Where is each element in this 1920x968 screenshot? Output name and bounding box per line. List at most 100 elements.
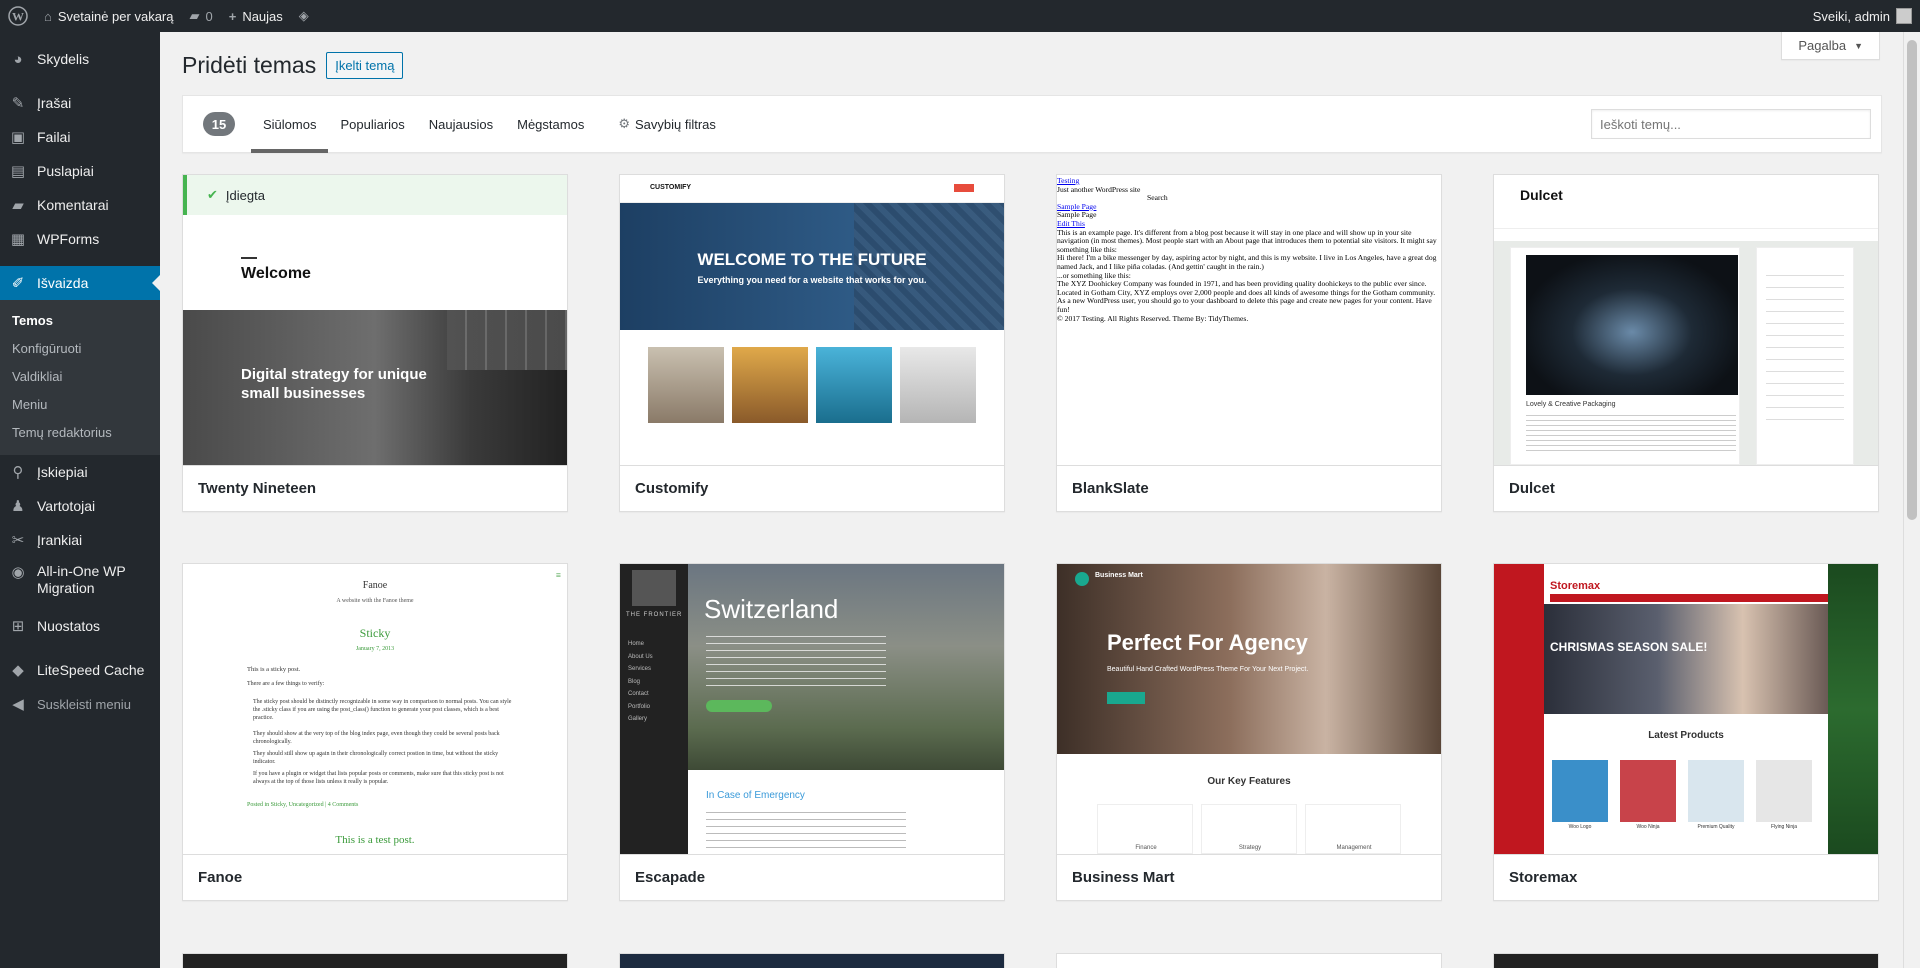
theme-card[interactable]: Storemax CHRISMAS SEASON SALE! Latest Pr… <box>1493 563 1879 901</box>
site-name-link[interactable]: ⌂ Svetainė per vakarą <box>36 0 181 32</box>
collapse-icon: ◀ <box>12 696 24 713</box>
menu-icon: ≡ <box>555 570 561 580</box>
menu-item-appearance[interactable]: ✐ Išvaizda <box>0 266 160 300</box>
my-account-link[interactable]: Sveiki, admin <box>1805 0 1920 32</box>
tab-favorites[interactable]: Mėgstamos <box>505 95 596 153</box>
page-icon: ▤ <box>10 163 26 180</box>
theme-name: Dulcet <box>1494 465 1878 511</box>
feature-filter-button[interactable]: ⚙ Savybių filtras <box>606 95 728 153</box>
menu-item-media[interactable]: ▣ Failai <box>0 120 160 154</box>
tab-featured[interactable]: Siūlomos <box>251 95 329 153</box>
avatar <box>1896 8 1912 24</box>
site-name-label: Svetainė per vakarą <box>57 8 174 24</box>
theme-screenshot: Dulcet Lovely & Creative Packaging <box>1494 175 1878 465</box>
theme-card[interactable]: THE FRONTIER Home About Us Services Blog… <box>619 563 1005 901</box>
plugin-icon: ⚲ <box>12 464 24 481</box>
theme-screenshot: Testing Just another WordPress site Sear… <box>1057 175 1441 465</box>
theme-name: Business Mart <box>1057 854 1441 900</box>
theme-search-input[interactable] <box>1591 109 1871 139</box>
menu-item-tools[interactable]: ✂ Įrankiai <box>0 523 160 557</box>
pin-icon: ✎ <box>11 95 25 112</box>
svg-text:W: W <box>12 10 24 24</box>
theme-name: Fanoe <box>183 854 567 900</box>
upload-theme-button[interactable]: Įkelti temą <box>326 52 404 79</box>
theme-card[interactable]: Fanoe A website with the Fanoe theme Sti… <box>182 563 568 901</box>
greeting-label: Sveiki, admin <box>1812 8 1890 24</box>
theme-name: Twenty Nineteen <box>183 465 567 511</box>
menu-item-migration[interactable]: ◉ All-in-One WP Migration <box>0 557 160 609</box>
theme-card[interactable]: Testing Just another WordPress site Sear… <box>1056 174 1442 512</box>
menu-item-dashboard[interactable]: ◕ Skydelis <box>0 42 160 76</box>
checkmark-icon: ✔ <box>207 187 218 202</box>
theme-screenshot: Business Mart Perfect For Agency Beautif… <box>1057 564 1441 854</box>
admin-sidebar: ◕ Skydelis ✎ Įrašai ▣ Failai ▤ Puslapiai ▰ Ko… <box>0 32 160 968</box>
menu-item-settings[interactable]: ⊞ Nuostatos <box>0 609 160 643</box>
wordpress-logo-icon[interactable]: W <box>0 0 36 32</box>
theme-screenshot: Fanoe A website with the Fanoe theme Sti… <box>183 564 567 854</box>
theme-name: Customify <box>620 465 1004 511</box>
page-heading: Pridėti temas <box>182 52 317 78</box>
theme-screenshot: CUSTOMIFY WELCOME TO THE FUTURE Everythi… <box>620 175 1004 465</box>
menu-item-posts[interactable]: ✎ Įrašai <box>0 86 160 120</box>
menu-item-plugins[interactable]: ⚲ Įskiepiai <box>0 455 160 489</box>
theme-screenshot: THE FRONTIER Home About Us Services Blog… <box>620 564 1004 854</box>
wrench-icon: ✂ <box>11 532 25 549</box>
admin-bar: W ⌂ Svetainė per vakarą ▰ 0 + Naujas ◈ S… <box>0 0 1920 32</box>
theme-card[interactable]: Welcome Digital strategy for unique smal… <box>182 174 568 512</box>
submenu-theme-editor[interactable]: Temų redaktorius <box>0 419 160 447</box>
theme-card[interactable]: Business Mart Perfect For Agency Beautif… <box>1056 563 1442 901</box>
user-icon: ♟ <box>11 498 25 515</box>
menu-item-users[interactable]: ♟ Vartotojai <box>0 489 160 523</box>
collapse-menu-button[interactable]: ◀ Suskleisti meniu <box>0 687 160 721</box>
submenu-widgets[interactable]: Valdikliai <box>0 363 160 391</box>
submenu-menus[interactable]: Meniu <box>0 391 160 419</box>
tab-latest[interactable]: Naujausios <box>417 95 505 153</box>
theme-card[interactable]: Dulcet Lovely & Creative Packaging Dulce… <box>1493 174 1879 512</box>
new-label: Naujas <box>242 8 283 24</box>
forms-icon: ▦ <box>10 231 26 248</box>
gear-icon: ⚙ <box>618 116 630 131</box>
help-tab-button[interactable]: Pagalba ▼ <box>1781 32 1880 60</box>
comments-count: 0 <box>205 8 213 24</box>
theme-card-partial[interactable] <box>182 953 568 968</box>
litespeed-icon: ◆ <box>12 662 24 679</box>
new-content-link[interactable]: + Naujas <box>221 0 291 32</box>
theme-card-partial[interactable] <box>1493 953 1879 968</box>
theme-name: Escapade <box>620 854 1004 900</box>
theme-card-partial[interactable] <box>1056 953 1442 968</box>
caret-down-icon: ▼ <box>1854 40 1863 51</box>
settings-icon: ⊞ <box>11 618 25 635</box>
media-icon: ▣ <box>10 129 26 146</box>
comment-icon: ▰ <box>189 8 200 23</box>
submenu-customize[interactable]: Konfigūruoti <box>0 335 160 363</box>
comment-icon: ▰ <box>12 197 24 214</box>
theme-screenshot: Welcome Digital strategy for unique smal… <box>183 175 567 465</box>
theme-name: BlankSlate <box>1057 465 1441 511</box>
scrollbar-thumb[interactable] <box>1907 40 1917 520</box>
home-icon: ⌂ <box>44 8 52 24</box>
dashboard-icon: ◕ <box>13 50 23 68</box>
wpforms-diamond-icon: ◈ <box>298 8 309 23</box>
theme-name: Storemax <box>1494 854 1878 900</box>
submenu-themes[interactable]: Temos <box>0 307 160 335</box>
page-title: Pridėti temas Įkelti temą <box>182 52 404 79</box>
theme-card-partial[interactable] <box>619 953 1005 968</box>
tab-popular[interactable]: Populiarios <box>328 95 416 153</box>
installed-notice: ✔ Įdiegta <box>183 175 567 215</box>
comments-link[interactable]: ▰ 0 <box>181 0 220 32</box>
theme-screenshot: Storemax CHRISMAS SEASON SALE! Latest Pr… <box>1494 564 1878 854</box>
menu-item-wpforms[interactable]: ▦ WPForms <box>0 222 160 256</box>
theme-card[interactable]: CUSTOMIFY WELCOME TO THE FUTURE Everythi… <box>619 174 1005 512</box>
menu-item-pages[interactable]: ▤ Puslapiai <box>0 154 160 188</box>
main-content: Pagalba ▼ Pridėti temas Įkelti temą 15 S… <box>160 32 1920 968</box>
menu-item-litespeed[interactable]: ◆ LiteSpeed Cache <box>0 653 160 687</box>
theme-filter-bar: 15 Siūlomos Populiarios Naujausios Mėgst… <box>182 95 1882 153</box>
migration-icon: ◉ <box>11 564 25 581</box>
page-scrollbar[interactable] <box>1903 32 1920 968</box>
brush-icon: ✐ <box>11 275 25 292</box>
plus-icon: + <box>228 8 237 24</box>
theme-count-badge: 15 <box>203 112 235 136</box>
menu-item-comments[interactable]: ▰ Komentarai <box>0 188 160 222</box>
appearance-submenu: Temos Konfigūruoti Valdikliai Meniu Temų… <box>0 300 160 455</box>
wpforms-admin-link[interactable]: ◈ <box>291 0 317 32</box>
